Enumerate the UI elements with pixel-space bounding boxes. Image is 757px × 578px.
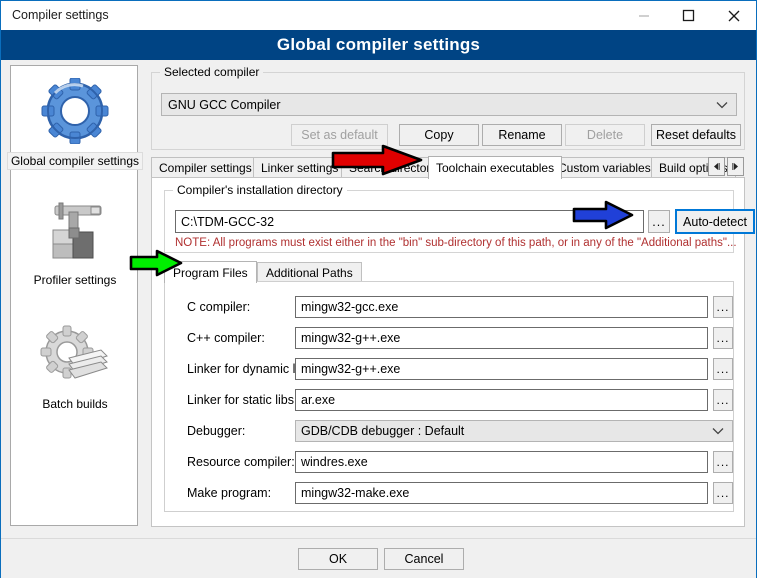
tab-linker-settings[interactable]: Linker settings (253, 157, 346, 178)
installation-directory-note: NOTE: All programs must exist either in … (175, 237, 737, 249)
rename-button[interactable]: Rename (482, 124, 562, 146)
caliper-icon (38, 194, 112, 268)
installation-directory-group-title: Compiler's installation directory (173, 183, 347, 197)
cpp-compiler-label: C++ compiler: (187, 331, 265, 345)
tab-compiler-settings[interactable]: Compiler settings (151, 157, 260, 178)
tab-program-files[interactable]: Program Files (164, 261, 257, 283)
compiler-select[interactable]: GNU GCC Compiler (161, 93, 737, 116)
installation-directory-input[interactable]: C:\TDM-GCC-32 (175, 210, 644, 233)
tabs-scroll-right-button[interactable] (727, 157, 744, 176)
make-program-label: Make program: (187, 486, 271, 500)
cancel-button[interactable]: Cancel (384, 548, 464, 570)
tabs-scroll-left-button[interactable] (708, 157, 725, 176)
cpp-compiler-input[interactable]: mingw32-g++.exe (295, 327, 708, 349)
installation-directory-browse-button[interactable]: ... (648, 210, 670, 233)
sidebar-item-label: Global compiler settings (7, 152, 143, 170)
tab-custom-variables[interactable]: Custom variables (550, 157, 659, 178)
selected-compiler-group: Selected compiler GNU GCC Compiler Set a… (151, 72, 745, 150)
program-files-panel: C compiler: mingw32-gcc.exe ... C++ comp… (164, 281, 734, 512)
content-area: Global compiler settings (1, 60, 756, 538)
settings-panel: Selected compiler GNU GCC Compiler Set a… (147, 60, 748, 532)
make-program-input[interactable]: mingw32-make.exe (295, 482, 708, 504)
settings-tabs: Compiler settings Linker settings Search… (151, 156, 745, 178)
field-row-make-program: Make program: mingw32-make.exe ... (165, 482, 735, 506)
sidebar: Global compiler settings (10, 65, 138, 526)
program-files-tabs: Program Files Additional Paths (164, 261, 734, 282)
linker-static-browse-button[interactable]: ... (713, 389, 733, 411)
resource-compiler-browse-button[interactable]: ... (713, 451, 733, 473)
resource-compiler-label: Resource compiler: (187, 455, 295, 469)
field-row-resource-compiler: Resource compiler: windres.exe ... (165, 451, 735, 475)
linker-dynamic-input[interactable]: mingw32-g++.exe (295, 358, 708, 380)
sidebar-item-label: Batch builds (39, 396, 110, 412)
minimize-icon (638, 10, 650, 22)
resource-compiler-input[interactable]: windres.exe (295, 451, 708, 473)
maximize-icon (682, 9, 695, 22)
toolchain-executables-page: Compiler's installation directory C:\TDM… (151, 177, 745, 527)
cpp-compiler-browse-button[interactable]: ... (713, 327, 733, 349)
close-icon (727, 9, 741, 23)
scroll-left-icon (712, 162, 721, 171)
compiler-settings-window: Compiler settings Global compiler settin… (0, 0, 757, 578)
scroll-right-icon (731, 162, 740, 171)
sidebar-item-batch-builds[interactable]: Batch builds (11, 318, 139, 412)
linker-static-label: Linker for static libs: (187, 393, 297, 407)
title-bar: Compiler settings (1, 1, 756, 30)
debugger-select[interactable]: GDB/CDB debugger : Default (295, 420, 733, 442)
copy-button[interactable]: Copy (399, 124, 479, 146)
gear-pages-icon (38, 318, 112, 392)
sidebar-item-global-compiler-settings[interactable]: Global compiler settings (11, 74, 139, 170)
field-row-c-compiler: C compiler: mingw32-gcc.exe ... (165, 296, 735, 320)
ok-button[interactable]: OK (298, 548, 378, 570)
auto-detect-button[interactable]: Auto-detect (675, 209, 755, 234)
linker-static-input[interactable]: ar.exe (295, 389, 708, 411)
make-program-browse-button[interactable]: ... (713, 482, 733, 504)
minimize-button[interactable] (621, 1, 666, 30)
tab-toolchain-executables[interactable]: Toolchain executables (428, 156, 562, 179)
blue-gear-icon (38, 74, 112, 148)
maximize-button[interactable] (666, 1, 711, 30)
linker-dynamic-browse-button[interactable]: ... (713, 358, 733, 380)
close-button[interactable] (711, 1, 756, 30)
c-compiler-input[interactable]: mingw32-gcc.exe (295, 296, 708, 318)
field-row-debugger: Debugger: GDB/CDB debugger : Default (165, 420, 735, 444)
delete-button[interactable]: Delete (565, 124, 645, 146)
field-row-cpp-compiler: C++ compiler: mingw32-g++.exe ... (165, 327, 735, 351)
sidebar-item-label: Profiler settings (31, 272, 120, 288)
installation-directory-group: Compiler's installation directory C:\TDM… (164, 190, 734, 253)
compiler-select-value: GNU GCC Compiler (168, 98, 281, 112)
debugger-select-value: GDB/CDB debugger : Default (301, 424, 464, 438)
c-compiler-label: C compiler: (187, 300, 250, 314)
tab-additional-paths[interactable]: Additional Paths (257, 262, 362, 282)
set-as-default-button[interactable]: Set as default (291, 124, 388, 146)
chevron-down-icon (716, 98, 728, 112)
page-title: Global compiler settings (277, 35, 480, 55)
window-title: Compiler settings (12, 8, 109, 22)
reset-defaults-button[interactable]: Reset defaults (651, 124, 741, 146)
sidebar-item-profiler-settings[interactable]: Profiler settings (11, 194, 139, 288)
chevron-down-icon (712, 424, 724, 438)
selected-compiler-group-title: Selected compiler (160, 65, 263, 79)
dialog-footer: OK Cancel (1, 538, 756, 578)
debugger-label: Debugger: (187, 424, 245, 438)
page-header: Global compiler settings (1, 30, 756, 60)
field-row-linker-dynamic: Linker for dynamic libs: mingw32-g++.exe… (165, 358, 735, 382)
c-compiler-browse-button[interactable]: ... (713, 296, 733, 318)
field-row-linker-static: Linker for static libs: ar.exe ... (165, 389, 735, 413)
